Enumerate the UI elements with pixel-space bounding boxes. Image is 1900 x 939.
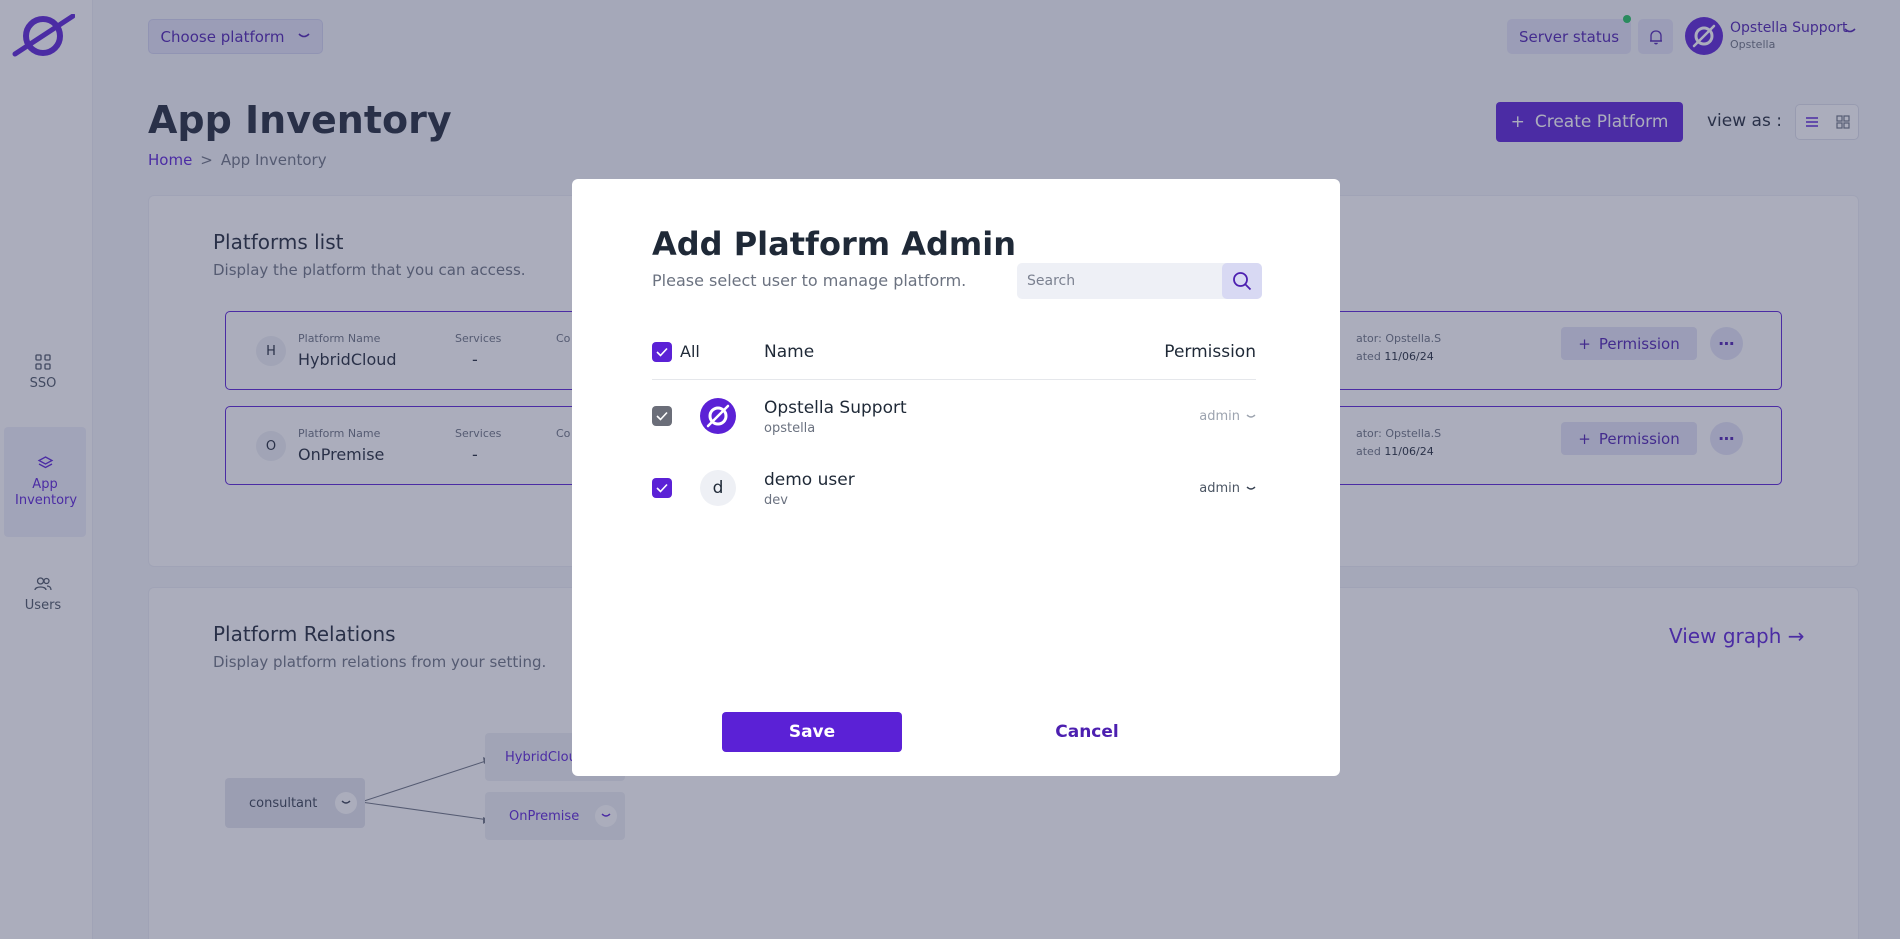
column-header-name: Name bbox=[764, 342, 815, 362]
user-search bbox=[1017, 263, 1262, 299]
user-avatar: d bbox=[700, 470, 736, 506]
checkmark-icon bbox=[656, 411, 668, 421]
user-org: opstella bbox=[764, 421, 816, 436]
column-header-permission: Permission bbox=[1164, 342, 1256, 362]
user-name: Opstella Support bbox=[764, 398, 907, 418]
modal-subtitle: Please select user to manage platform. bbox=[652, 271, 967, 290]
user-org: dev bbox=[764, 493, 788, 508]
chevron-down-icon bbox=[1246, 413, 1256, 418]
cancel-button[interactable]: Cancel bbox=[1012, 712, 1162, 752]
permission-value: admin bbox=[1199, 481, 1240, 496]
permission-dropdown: admin bbox=[1199, 409, 1256, 424]
checkmark-icon bbox=[656, 347, 668, 357]
user-avatar bbox=[700, 398, 736, 434]
user-name: demo user bbox=[764, 470, 855, 490]
search-input[interactable] bbox=[1017, 263, 1222, 299]
chevron-down-icon bbox=[1246, 485, 1256, 490]
checkmark-icon bbox=[656, 483, 668, 493]
select-all-checkbox[interactable] bbox=[652, 342, 672, 362]
add-platform-admin-modal: Add Platform Admin Please select user to… bbox=[572, 179, 1340, 776]
opstella-logo-icon bbox=[706, 404, 730, 428]
save-button[interactable]: Save bbox=[722, 712, 902, 752]
search-icon bbox=[1233, 272, 1252, 291]
search-button[interactable] bbox=[1222, 263, 1262, 299]
header-divider bbox=[652, 379, 1256, 380]
modal-title: Add Platform Admin bbox=[652, 225, 1016, 263]
permission-value: admin bbox=[1199, 409, 1240, 424]
user-checkbox bbox=[652, 406, 672, 426]
select-all-label: All bbox=[680, 342, 700, 361]
user-checkbox[interactable] bbox=[652, 478, 672, 498]
permission-dropdown[interactable]: admin bbox=[1199, 481, 1256, 496]
